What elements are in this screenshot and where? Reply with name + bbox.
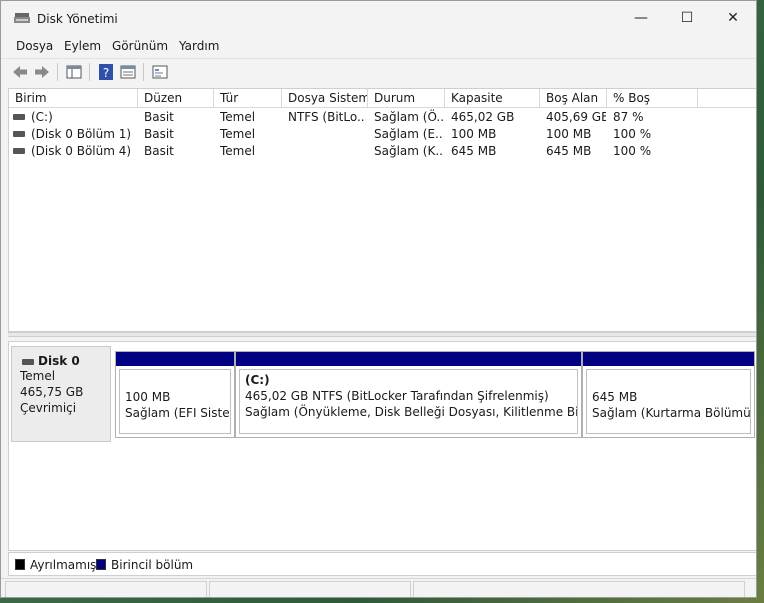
row-bos-alan: 645 MB: [546, 144, 592, 158]
legend-label-unallocated: Ayrılmamış: [30, 558, 97, 572]
partition-size: 645 MB: [592, 390, 638, 404]
disk-graphical-view[interactable]: Disk 0 Temel 465,75 GB Çevrimiçi 100 MB …: [8, 341, 756, 551]
partition-body: 645 MB Sağlam (Kurtarma Bölümü): [586, 369, 751, 434]
column-header-yuzde-bos[interactable]: % Boş: [607, 89, 698, 108]
partition-size: 100 MB: [125, 390, 171, 404]
menu-bar: Dosya Eylem Görünüm Yardım: [1, 35, 756, 57]
minimize-button[interactable]: —: [618, 1, 664, 35]
row-durum: Sağlam (K...: [374, 144, 444, 158]
partition-body: (C:) 465,02 GB NTFS (BitLocker Tarafında…: [239, 369, 578, 434]
partition-type-bar: [116, 352, 234, 366]
status-segment: [209, 581, 411, 597]
svg-text:?: ?: [103, 66, 109, 80]
status-segment: [5, 581, 207, 597]
forward-icon[interactable]: [33, 63, 51, 81]
partition-status: Sağlam (Kurtarma Bölümü): [592, 406, 751, 420]
row-duzen: Basit: [144, 110, 174, 124]
row-durum: Sağlam (E...: [374, 127, 444, 141]
maximize-button[interactable]: ☐: [664, 1, 710, 35]
settings-icon[interactable]: [151, 63, 169, 81]
row-durum: Sağlam (Ö...: [374, 110, 444, 124]
toolbar-separator: [89, 63, 90, 81]
partition-c[interactable]: (C:) 465,02 GB NTFS (BitLocker Tarafında…: [235, 351, 582, 438]
column-header-kapasite[interactable]: Kapasite: [445, 89, 540, 108]
legend-swatch-unallocated: [15, 559, 25, 570]
row-kapasite: 465,02 GB: [451, 110, 515, 124]
disk-0-label[interactable]: Disk 0 Temel 465,75 GB Çevrimiçi: [11, 346, 111, 442]
column-header-bos-alan[interactable]: Boş Alan: [540, 89, 607, 108]
disk-management-window: Disk Yönetimi — ☐ ✕ Dosya Eylem Görünüm …: [0, 0, 757, 598]
partition-recovery[interactable]: 645 MB Sağlam (Kurtarma Bölümü): [582, 351, 755, 438]
column-header-dosya-sistemi[interactable]: Dosya Sistemi: [282, 89, 368, 108]
legend: Ayrılmamış Birincil bölüm: [8, 552, 756, 576]
disk-status: Çevrimiçi: [20, 401, 77, 415]
row-birim: (Disk 0 Bölüm 4): [31, 144, 132, 158]
properties-icon[interactable]: [119, 63, 137, 81]
close-button[interactable]: ✕: [710, 1, 756, 35]
row-bos-alan: 100 MB: [546, 127, 592, 141]
back-icon[interactable]: [11, 63, 29, 81]
menu-yardim[interactable]: Yardım: [179, 39, 219, 53]
pane-splitter[interactable]: [8, 332, 756, 337]
row-tur: Temel: [220, 144, 256, 158]
partition-efi[interactable]: 100 MB Sağlam (EFI Sistem Bölümü): [115, 351, 235, 438]
disk-icon: [22, 359, 34, 365]
partition-status: Sağlam (Önyükleme, Disk Belleği Dosyası,…: [245, 405, 578, 419]
menu-eylem[interactable]: Eylem: [64, 39, 101, 53]
partition-body: 100 MB Sağlam (EFI Sistem Bölümü): [119, 369, 231, 434]
help-icon[interactable]: ?: [97, 63, 115, 81]
row-kapasite: 100 MB: [451, 127, 497, 141]
volume-icon: [13, 114, 25, 120]
console-tree-icon[interactable]: [65, 63, 83, 81]
volume-icon: [13, 131, 25, 137]
volume-list[interactable]: Birim Düzen Tür Dosya Sistemi Durum Kapa…: [8, 88, 756, 332]
disk-name: Disk 0: [38, 354, 80, 368]
row-kapasite: 645 MB: [451, 144, 497, 158]
legend-label-primary: Birincil bölüm: [111, 558, 194, 572]
column-header-tur[interactable]: Tür: [214, 89, 282, 108]
row-dosya-sistemi: NTFS (BitLo...: [288, 110, 366, 124]
status-segment: [413, 581, 745, 597]
row-yuzde-bos: 87 %: [613, 110, 644, 124]
toolbar-separator: [143, 63, 144, 81]
row-birim: (C:): [31, 110, 53, 124]
title-bar[interactable]: Disk Yönetimi — ☐ ✕: [1, 1, 756, 35]
row-tur: Temel: [220, 127, 256, 141]
row-yuzde-bos: 100 %: [613, 127, 652, 141]
row-duzen: Basit: [144, 127, 174, 141]
row-dosya-sistemi: [288, 143, 366, 160]
row-bos-alan: 405,69 GB: [546, 110, 606, 124]
disk-size: 465,75 GB: [20, 385, 84, 399]
column-header-duzen[interactable]: Düzen: [138, 89, 214, 108]
volume-icon: [13, 148, 25, 154]
column-header-durum[interactable]: Durum: [368, 89, 445, 108]
row-birim: (Disk 0 Bölüm 1): [31, 127, 132, 141]
row-yuzde-bos: 100 %: [613, 144, 652, 158]
menu-gorunum[interactable]: Görünüm: [112, 39, 168, 53]
column-header-birim[interactable]: Birim: [9, 89, 138, 108]
window-title: Disk Yönetimi: [37, 12, 118, 26]
row-tur: Temel: [220, 110, 256, 124]
disk-management-app-icon: [14, 13, 30, 23]
partition-type-bar: [583, 352, 754, 366]
partition-size: 465,02 GB NTFS (BitLocker Tarafından Şif…: [245, 389, 549, 403]
toolbar: ?: [1, 58, 756, 85]
toolbar-separator: [57, 63, 58, 81]
status-bar: [1, 578, 756, 597]
row-dosya-sistemi: [288, 126, 366, 143]
disk-type: Temel: [20, 369, 56, 383]
column-header-empty: [698, 89, 756, 108]
menu-dosya[interactable]: Dosya: [16, 39, 53, 53]
row-duzen: Basit: [144, 144, 174, 158]
partition-label: (C:): [245, 373, 270, 387]
legend-swatch-primary: [96, 559, 106, 570]
partition-type-bar: [236, 352, 581, 366]
partition-status: Sağlam (EFI Sistem Bölümü): [125, 406, 230, 420]
